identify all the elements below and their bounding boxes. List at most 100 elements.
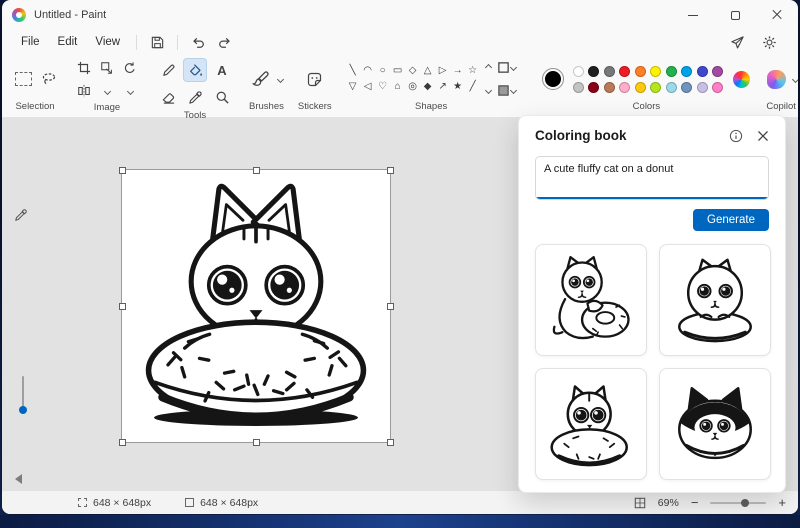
selection-handle[interactable] xyxy=(387,167,394,174)
edit-colors-button[interactable] xyxy=(733,70,751,88)
redo-button[interactable] xyxy=(211,31,237,53)
menu-view[interactable]: View xyxy=(86,34,129,50)
flip-button[interactable] xyxy=(74,81,94,101)
minimize-button[interactable] xyxy=(672,0,714,30)
eyedropper-tool-button[interactable] xyxy=(183,85,207,109)
shape-button[interactable]: ▽ xyxy=(346,80,360,94)
shape-button[interactable]: ◁ xyxy=(361,80,375,94)
shape-button[interactable]: △ xyxy=(421,64,435,78)
color-swatch[interactable] xyxy=(634,81,646,93)
color-swatch[interactable] xyxy=(712,65,724,77)
maximize-button[interactable] xyxy=(714,0,756,30)
selection-handle[interactable] xyxy=(387,303,394,310)
resize-button[interactable] xyxy=(97,58,117,78)
chevron-down-icon[interactable] xyxy=(126,87,135,95)
shape-button[interactable]: ↗ xyxy=(436,80,450,94)
shape-button[interactable]: ♡ xyxy=(376,80,390,94)
brushes-button[interactable] xyxy=(249,67,273,91)
zoom-in-button[interactable]: + xyxy=(778,496,786,509)
fill-tool-button[interactable] xyxy=(183,58,207,82)
eraser-tool-button[interactable] xyxy=(156,85,180,109)
color-swatch[interactable] xyxy=(650,65,662,77)
scroll-up-icon[interactable] xyxy=(484,63,492,72)
selection-handle[interactable] xyxy=(253,439,260,446)
color-swatch[interactable] xyxy=(665,65,677,77)
result-thumbnail-4[interactable] xyxy=(659,368,771,480)
magnifier-tool-button[interactable] xyxy=(210,85,234,109)
selection-handle[interactable] xyxy=(387,439,394,446)
color-swatch[interactable] xyxy=(696,81,708,93)
menu-file[interactable]: File xyxy=(12,34,49,50)
color-swatch[interactable] xyxy=(603,65,615,77)
size-slider[interactable] xyxy=(19,376,27,414)
lasso-select-button[interactable] xyxy=(39,69,59,89)
save-button[interactable] xyxy=(144,31,170,53)
side-eyedropper-icon[interactable] xyxy=(14,208,28,222)
selection-handle[interactable] xyxy=(119,439,126,446)
shape-button[interactable]: ☆ xyxy=(466,64,480,78)
chevron-down-icon[interactable] xyxy=(277,75,285,83)
color-swatch[interactable] xyxy=(603,81,615,93)
info-icon[interactable] xyxy=(729,129,743,143)
selection-handle[interactable] xyxy=(119,303,126,310)
color-swatch[interactable] xyxy=(572,81,584,93)
zoom-out-button[interactable]: − xyxy=(691,496,699,509)
close-button[interactable] xyxy=(756,0,798,30)
result-thumbnail-3[interactable] xyxy=(535,368,647,480)
shape-button[interactable]: ╲ xyxy=(346,64,360,78)
color-swatch[interactable] xyxy=(619,65,631,77)
zoom-level[interactable]: 69% xyxy=(658,497,679,509)
selection-handle[interactable] xyxy=(253,167,260,174)
zoom-slider-thumb[interactable] xyxy=(741,498,750,507)
pencil-tool-button[interactable] xyxy=(156,58,180,82)
shape-fill-button[interactable] xyxy=(497,81,518,101)
result-thumbnail-1[interactable] xyxy=(535,244,647,356)
shape-button[interactable]: ╱ xyxy=(466,80,480,94)
scroll-down-icon[interactable] xyxy=(484,86,492,95)
rotate-button[interactable] xyxy=(120,58,140,78)
fit-to-screen-icon[interactable] xyxy=(634,497,646,509)
color-swatch[interactable] xyxy=(650,81,662,93)
color-swatch[interactable] xyxy=(696,65,708,77)
generate-button[interactable]: Generate xyxy=(693,209,769,231)
collapse-arrow-icon[interactable] xyxy=(15,474,22,484)
shape-button[interactable]: ⌂ xyxy=(391,80,405,94)
drawing-canvas[interactable] xyxy=(121,169,391,443)
shape-button[interactable]: ◇ xyxy=(406,64,420,78)
color-swatch[interactable] xyxy=(619,81,631,93)
crop-button[interactable] xyxy=(74,58,94,78)
result-thumbnail-2[interactable] xyxy=(659,244,771,356)
color-swatch[interactable] xyxy=(665,81,677,93)
shape-outline-button[interactable] xyxy=(497,58,518,78)
settings-button[interactable] xyxy=(756,31,782,53)
copilot-button[interactable] xyxy=(764,67,788,91)
shape-button[interactable]: ▭ xyxy=(391,64,405,78)
shape-button[interactable]: ◠ xyxy=(361,64,375,78)
shape-button[interactable]: ○ xyxy=(376,64,390,78)
shape-button[interactable]: ◆ xyxy=(421,80,435,94)
share-button[interactable] xyxy=(724,31,750,53)
color-swatch[interactable] xyxy=(588,81,600,93)
color-swatch[interactable] xyxy=(712,81,724,93)
color-swatch[interactable] xyxy=(681,81,693,93)
selection-handle[interactable] xyxy=(119,167,126,174)
panel-close-icon[interactable] xyxy=(757,130,769,142)
color-swatch[interactable] xyxy=(572,65,584,77)
shape-button[interactable]: → xyxy=(451,64,465,78)
color-swatch[interactable] xyxy=(634,65,646,77)
color-swatch[interactable] xyxy=(681,65,693,77)
rectangle-select-button[interactable] xyxy=(11,67,35,91)
zoom-slider[interactable] xyxy=(710,498,767,507)
shape-button[interactable]: ▷ xyxy=(436,64,450,78)
windows-taskbar[interactable] xyxy=(0,515,800,528)
prompt-input[interactable]: A cute fluffy cat on a donut xyxy=(536,157,768,199)
shape-button[interactable]: ◎ xyxy=(406,80,420,94)
primary-color-swatch[interactable] xyxy=(541,68,564,90)
shape-button[interactable]: ★ xyxy=(451,80,465,94)
text-tool-button[interactable]: A xyxy=(210,58,234,82)
color-swatch[interactable] xyxy=(588,65,600,77)
menu-edit[interactable]: Edit xyxy=(49,34,87,50)
chevron-down-icon[interactable] xyxy=(103,87,112,95)
undo-button[interactable] xyxy=(185,31,211,53)
size-slider-thumb[interactable] xyxy=(19,406,27,414)
